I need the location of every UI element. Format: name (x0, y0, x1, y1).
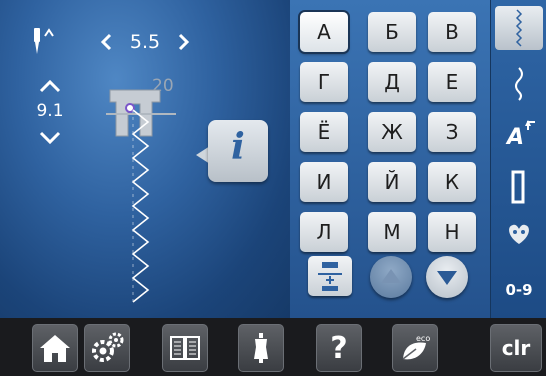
home-icon (40, 335, 70, 362)
letter-button[interactable]: Е (428, 62, 476, 102)
help-icon: ? (330, 330, 348, 366)
lowercase-alphabet-button[interactable]: A (495, 112, 543, 156)
help-button[interactable]: ? (316, 324, 362, 372)
length-increase-icon[interactable] (37, 78, 63, 94)
info-button[interactable]: i (194, 120, 268, 190)
home-button[interactable] (32, 324, 78, 372)
info-icon: i (231, 126, 245, 168)
letter-button[interactable]: Л (300, 212, 348, 252)
bottom-toolbar: ? eco clr (0, 318, 546, 376)
alignment-icon (318, 262, 342, 291)
clear-button[interactable]: clr (490, 324, 542, 372)
stitch-preview (106, 89, 176, 303)
creative-consultant-icon (254, 333, 268, 363)
letter-button[interactable]: З (428, 112, 476, 152)
letter-button[interactable]: Б (368, 12, 416, 52)
setup-button[interactable] (84, 324, 130, 372)
alphabet-panel: АБВ ГДЕ ЁЖЗ ИЙК ЛМН (290, 0, 490, 318)
needle-position-icon[interactable] (30, 26, 56, 56)
sewing-machine-screen: 5.5 9.1 20 i А Б В Г Д Е Ё Ж З И Й К Л М… (0, 0, 546, 376)
practical-stitch-category[interactable] (495, 58, 543, 106)
letter-button[interactable]: Ж (368, 112, 416, 152)
stitch-category-menu: A 0-9 (490, 0, 546, 318)
decorative-stitch-icon (515, 9, 523, 47)
buttonhole-icon (511, 170, 525, 204)
numbers-button[interactable]: 0-9 (495, 270, 543, 310)
letter-button[interactable]: Й (368, 162, 416, 202)
buttonhole-category[interactable] (495, 164, 543, 210)
eco-button[interactable]: eco (392, 324, 438, 372)
svg-text:A: A (505, 125, 524, 150)
width-increase-icon[interactable] (176, 32, 192, 52)
letter-button[interactable]: Д (368, 62, 416, 102)
letter-button[interactable]: В (428, 12, 476, 52)
letter-button[interactable]: И (300, 162, 348, 202)
letter-button[interactable]: Г (300, 62, 348, 102)
eco-icon: eco (402, 334, 430, 360)
tutorial-button[interactable] (162, 324, 208, 372)
letter-button[interactable]: Ё (300, 112, 348, 152)
stitch-width-control: 5.5 (98, 26, 192, 58)
decorative-stitch-category[interactable] (495, 6, 543, 50)
stitch-edit-panel: 5.5 9.1 20 i (0, 0, 290, 318)
letter-button[interactable]: К (428, 162, 476, 202)
letter-button[interactable]: М (368, 212, 416, 252)
creative-consultant-button[interactable] (238, 324, 284, 372)
practical-stitch-icon (515, 67, 523, 101)
setup-icon (92, 332, 124, 362)
scroll-up-button[interactable] (370, 256, 412, 298)
heart-icon (509, 224, 529, 244)
numbers-label: 0-9 (505, 281, 533, 299)
quilt-stitch-category[interactable] (495, 214, 543, 254)
alignment-button[interactable] (308, 256, 352, 296)
clear-icon: clr (501, 336, 531, 360)
lowercase-toggle-icon: A (505, 120, 535, 150)
stitch-length-value: 9.1 (36, 101, 64, 121)
triangle-down-icon (437, 271, 457, 285)
stitch-length-control: 9.1 (26, 78, 74, 160)
width-decrease-icon[interactable] (98, 32, 114, 52)
triangle-up-icon (381, 269, 401, 283)
stitch-width-value: 5.5 (129, 31, 161, 53)
length-decrease-icon[interactable] (37, 130, 63, 146)
letter-button[interactable]: Н (428, 212, 476, 252)
letter-button[interactable]: А (300, 12, 348, 52)
scroll-down-button[interactable] (426, 256, 468, 298)
tutorial-icon (170, 336, 200, 360)
svg-text:eco: eco (416, 334, 430, 343)
